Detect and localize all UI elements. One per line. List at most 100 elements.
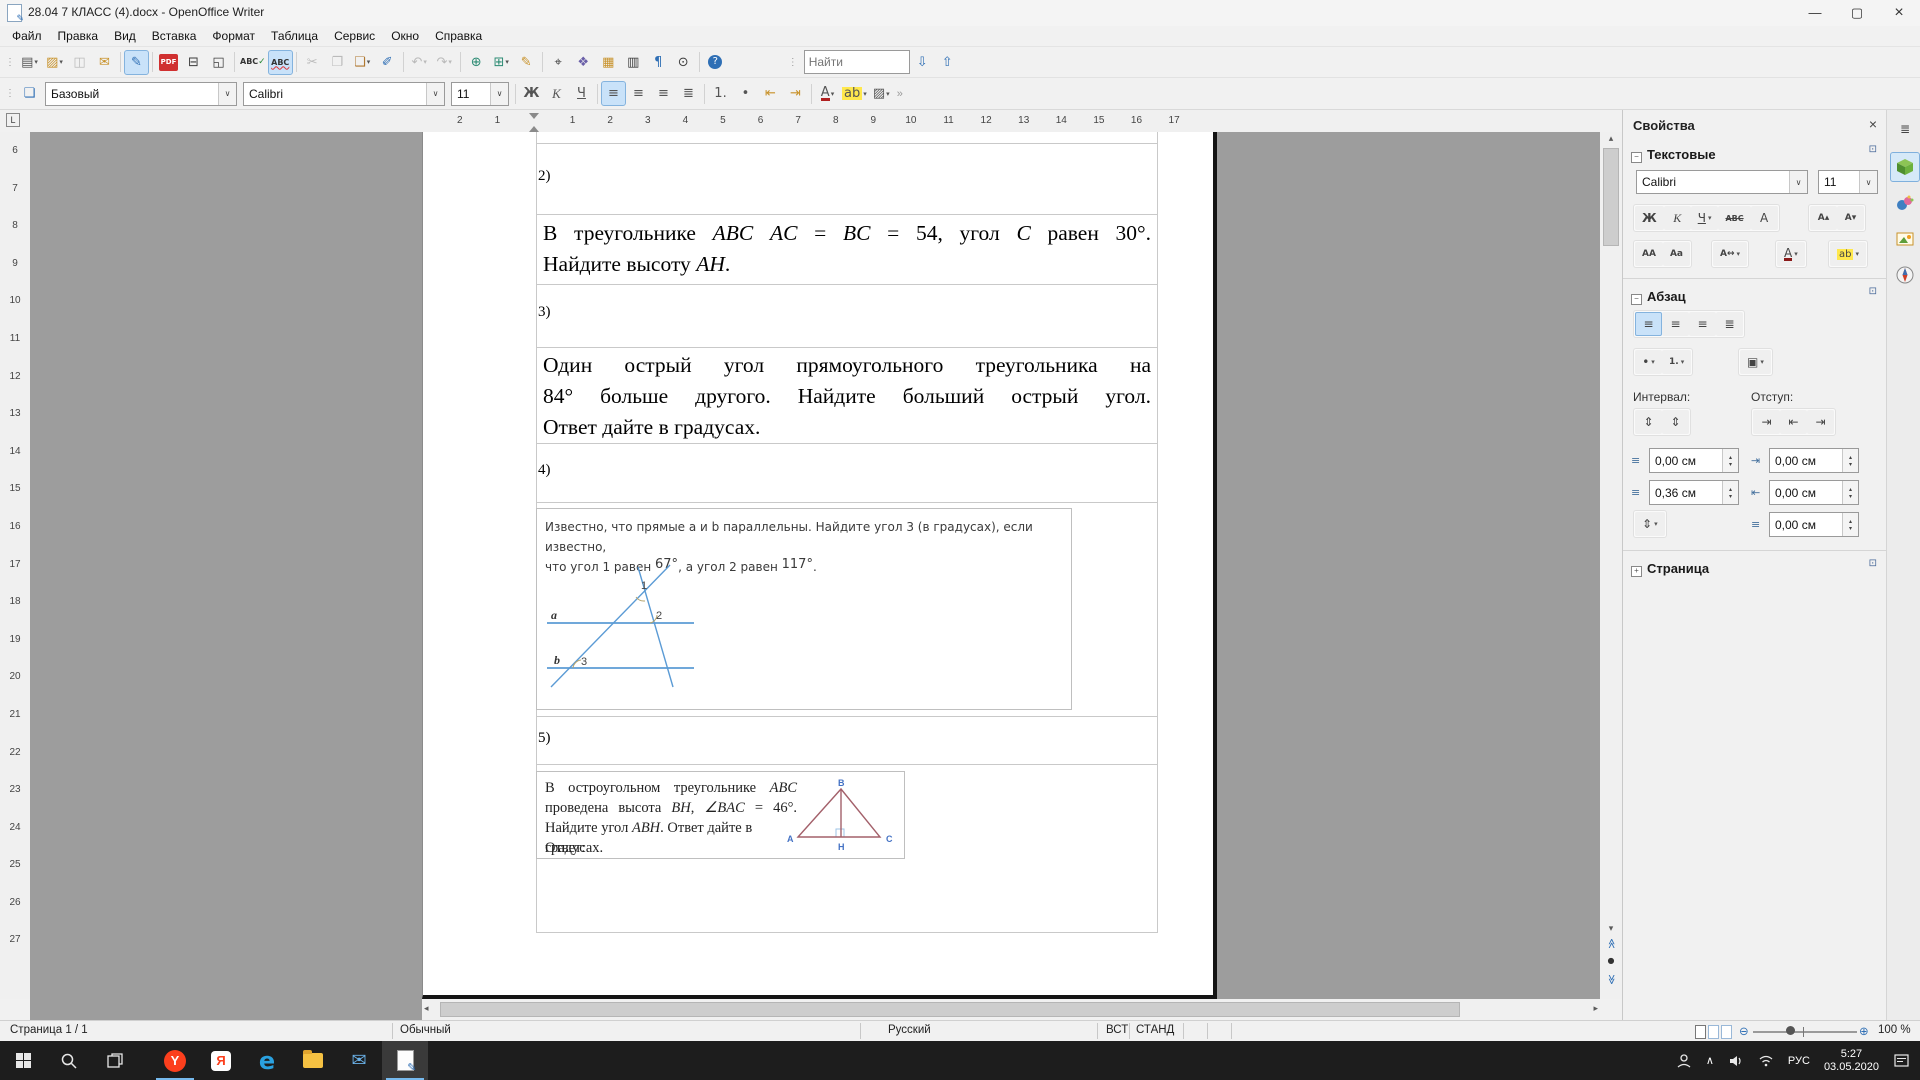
tab-navigator[interactable] — [1890, 260, 1920, 290]
tab-styles[interactable] — [1890, 188, 1920, 218]
sidebar-close-icon[interactable]: × — [1869, 116, 1877, 132]
zoom-button[interactable]: ⊙ — [671, 50, 696, 75]
bold-button[interactable]: Ж — [519, 81, 544, 106]
data-sources-button[interactable]: ▥ — [621, 50, 646, 75]
edit-file-button[interactable]: ✎ — [124, 49, 149, 75]
font-name-combo[interactable]: Calibri ∨ — [243, 81, 445, 106]
save-button[interactable]: ◫ — [67, 50, 92, 75]
copy-button[interactable]: ❐ — [325, 50, 350, 75]
export-pdf-button[interactable]: PDF — [156, 50, 181, 75]
language-indicator[interactable]: Русский — [888, 1024, 931, 1036]
document-page[interactable]: 2) В треугольнике ABC AC = BC = 54, угол… — [422, 132, 1217, 999]
hyperlink-button[interactable]: ⊕ — [464, 50, 489, 75]
format-paintbrush-button[interactable]: ✐ — [375, 50, 400, 75]
vertical-scroll-thumb[interactable] — [1603, 148, 1619, 246]
open-button[interactable]: ▨ — [42, 50, 67, 75]
find-toolbar-handle[interactable]: ⋮ — [788, 57, 798, 68]
undo-button[interactable]: ↶ — [407, 50, 432, 75]
volume-icon[interactable] — [1728, 1053, 1744, 1069]
sb-numbered-list-button[interactable]: 1. — [1662, 350, 1692, 374]
search-button[interactable] — [46, 1041, 92, 1080]
sb-bold-button[interactable]: Ж — [1635, 206, 1664, 230]
sidebar-menu-button[interactable]: ≣ — [1890, 114, 1920, 144]
task-view-button[interactable] — [92, 1041, 138, 1080]
single-page-view-button[interactable] — [1695, 1025, 1706, 1039]
align-justify-button[interactable]: ≣ — [676, 81, 701, 106]
paragraph-section-header[interactable]: − Абзац — [1631, 288, 1686, 306]
find-next-button[interactable]: ⇩ — [910, 50, 935, 75]
navigator-button[interactable]: ❖ — [571, 50, 596, 75]
sb-align-center-button[interactable]: ≡ — [1662, 312, 1689, 336]
chevron-down-icon[interactable]: ∨ — [490, 82, 508, 105]
taskbar-edge[interactable]: e — [244, 1041, 290, 1080]
horizontal-ruler[interactable]: 2 1 1 2 3 4 5 6 7 8 9 10 11 12 13 14 15 16 17 — [30, 110, 1600, 133]
scroll-down-arrow[interactable]: ▾ — [1600, 924, 1622, 934]
menu-insert[interactable]: Вставка — [144, 27, 205, 45]
new-document-button[interactable]: ▤ — [17, 50, 42, 75]
zoom-out-icon[interactable]: ⊖ — [1739, 1024, 1749, 1038]
indent-marker[interactable] — [529, 113, 539, 132]
sb-font-color-button[interactable]: А — [1777, 242, 1805, 266]
sb-align-right-button[interactable]: ≡ — [1689, 312, 1716, 336]
menu-help[interactable]: Справка — [427, 27, 490, 45]
font-size-combo[interactable]: 11 ∨ — [451, 81, 509, 106]
numbered-list-button[interactable]: 1. — [708, 81, 733, 106]
sb-paragraph-background-button[interactable]: ▣ — [1740, 350, 1771, 374]
sb-highlight-button[interactable]: ab — [1830, 242, 1866, 266]
hidden-icons-chevron[interactable]: ∧ — [1706, 1054, 1714, 1067]
sb-underline-button[interactable]: Ч — [1690, 206, 1719, 230]
menu-table[interactable]: Таблица — [263, 27, 326, 45]
taskbar-yandex-browser[interactable]: Y — [152, 1041, 198, 1080]
align-left-button[interactable]: ≡ — [601, 81, 626, 106]
menu-format[interactable]: Формат — [204, 27, 263, 45]
print-button[interactable]: ⊟ — [181, 50, 206, 75]
minimize-button[interactable]: — — [1794, 0, 1836, 26]
taskbar-openoffice-writer[interactable] — [382, 1041, 428, 1080]
decrease-indent-button[interactable]: ⇤ — [758, 81, 783, 106]
zoom-level[interactable]: 100 % — [1878, 1024, 1911, 1036]
scroll-up-arrow[interactable]: ▴ — [1600, 134, 1622, 144]
sb-decrease-indent-button[interactable]: ⇤ — [1780, 410, 1807, 434]
spellcheck-button[interactable]: ABC — [238, 50, 268, 75]
increase-indent-button[interactable]: ⇥ — [783, 81, 808, 106]
text-section-header[interactable]: − Текстовые — [1631, 146, 1716, 164]
book-view-button[interactable] — [1721, 1025, 1732, 1039]
taskbar-mail[interactable]: ✉ — [336, 1041, 382, 1080]
zoom-in-icon[interactable]: ⊕ — [1859, 1024, 1869, 1038]
help-button[interactable]: ? — [703, 50, 728, 75]
menu-view[interactable]: Вид — [106, 27, 144, 45]
above-spacing-field[interactable]: ≡ 0,00 см ▴ ▾ — [1631, 448, 1739, 473]
next-page-button[interactable]: ≫ — [1600, 974, 1622, 990]
sb-char-spacing-button[interactable]: А↔ — [1713, 242, 1748, 266]
redo-button[interactable]: ↷ — [432, 50, 457, 75]
language-indicator-tray[interactable]: РУС — [1788, 1055, 1810, 1067]
page-indicator[interactable]: Страница 1 / 1 — [10, 1024, 88, 1036]
sb-uppercase-button[interactable]: АА — [1635, 242, 1663, 266]
tab-gallery[interactable] — [1890, 224, 1920, 254]
sb-align-justify-button[interactable]: ≣ — [1716, 312, 1743, 336]
email-button[interactable]: ✉ — [92, 50, 117, 75]
find-replace-button[interactable]: ⌖ — [546, 50, 571, 75]
sidebar-font-name-combo[interactable]: Calibri ∨ — [1636, 170, 1808, 194]
previous-page-button[interactable]: ≪ — [1600, 938, 1622, 954]
highlighting-button[interactable]: ab — [840, 81, 869, 106]
sb-strikethrough-button[interactable]: ABC — [1718, 206, 1751, 230]
background-color-button[interactable]: ▨ — [869, 81, 894, 106]
vertical-ruler[interactable]: 6 7 8 9 10 11 12 13 14 15 16 17 18 19 20 21 22 23 24 25 26 27 — [0, 132, 31, 999]
tab-properties[interactable] — [1890, 152, 1920, 182]
paragraph-style-combo[interactable]: Базовый ∨ — [45, 81, 237, 106]
draw-functions-button[interactable]: ✎ — [514, 50, 539, 75]
text-dialog-launcher-icon[interactable]: ⊡ — [1869, 144, 1877, 155]
formatting-marks-button[interactable]: ¶ — [646, 50, 671, 75]
sb-switch-indent-button[interactable]: ⇥ — [1807, 410, 1834, 434]
find-previous-button[interactable]: ⇧ — [935, 50, 960, 75]
start-button[interactable] — [0, 1041, 46, 1080]
page-style-indicator[interactable]: Обычный — [400, 1024, 451, 1036]
sb-decrease-spacing-button[interactable]: ⇕ — [1662, 410, 1689, 434]
sb-decrease-font-button[interactable]: А▾ — [1837, 206, 1864, 230]
toolbar-handle-2[interactable]: ⋮ — [5, 88, 15, 99]
people-icon[interactable] — [1676, 1053, 1692, 1069]
tab-stop-selector[interactable]: L — [0, 110, 30, 133]
chevron-down-icon[interactable]: ∨ — [218, 82, 236, 105]
after-indent-field[interactable]: ⇤ 0,00 см ▴ ▾ — [1751, 480, 1859, 505]
